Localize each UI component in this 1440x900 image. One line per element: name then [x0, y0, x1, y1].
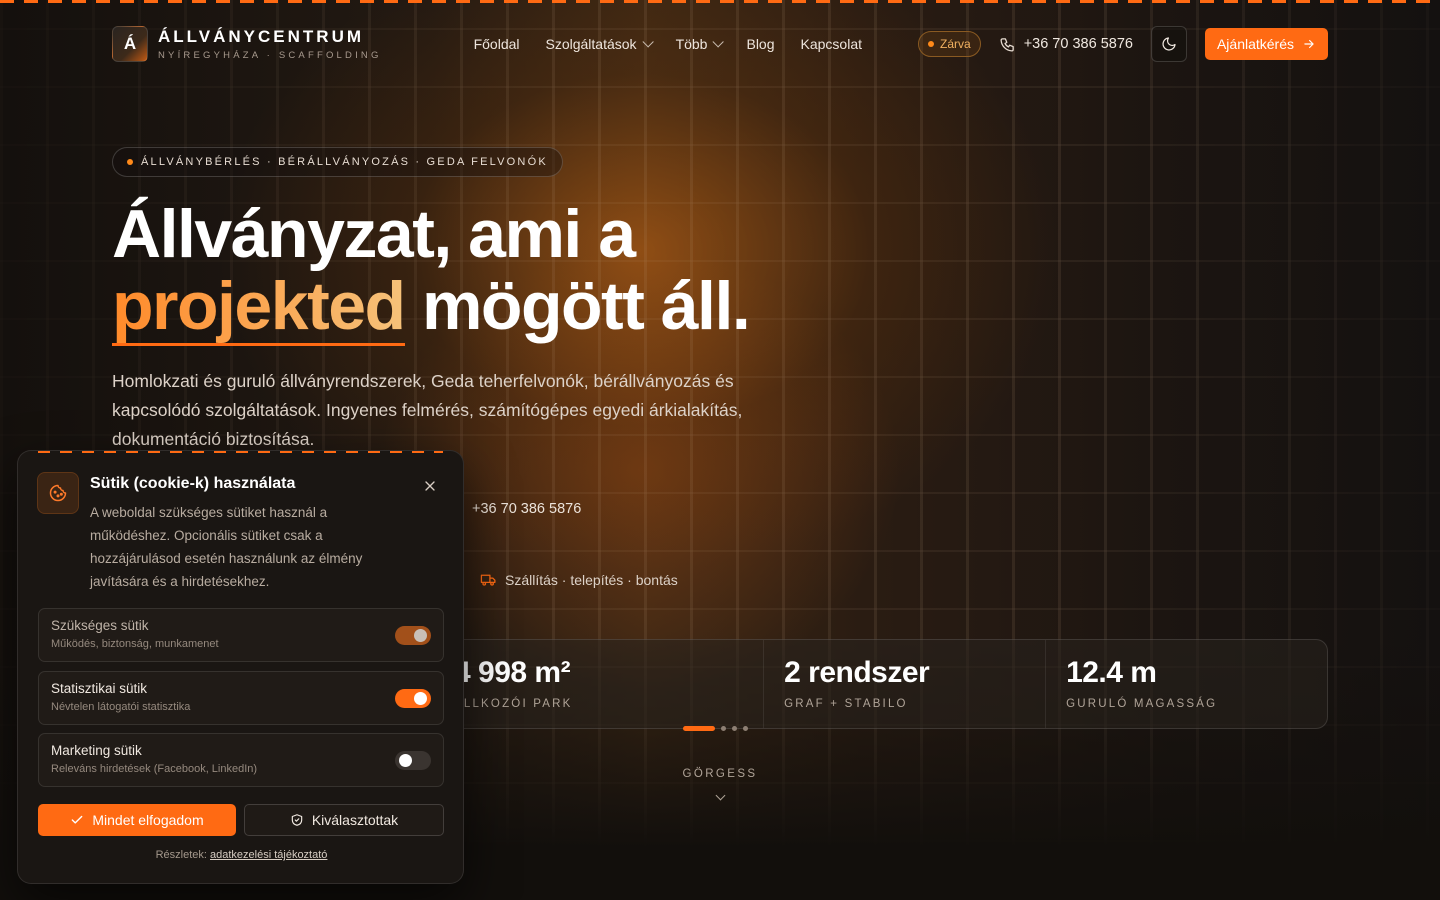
pager-dot[interactable]	[743, 726, 748, 731]
status-badge: Zárva	[918, 31, 981, 57]
logo-mark: Á	[112, 26, 148, 62]
shield-icon	[291, 814, 303, 826]
accept-all-button[interactable]: Mindet elfogadom	[38, 804, 236, 836]
quote-request-button[interactable]: Ajánlatkérés	[1204, 28, 1328, 60]
chevron-down-icon	[642, 36, 654, 48]
phone-icon	[1000, 37, 1014, 52]
nav-more[interactable]: Több	[676, 36, 725, 52]
nav-blog[interactable]: Blog	[746, 36, 774, 52]
status-dot-icon	[928, 41, 934, 47]
cookie-consent-panel: Sütik (cookie-k) használata A weboldal s…	[17, 450, 464, 884]
hazard-stripe	[38, 451, 443, 453]
hero-phone-link[interactable]: +36 70 386 5876	[472, 501, 581, 517]
logo-name: ÁLLVÁNYCENTRUM	[158, 27, 365, 46]
hero-lead: Homlokzati és guruló állványrendszerek, …	[112, 371, 743, 449]
stat-item: 2 rendszer GRAF + STABILO	[764, 640, 1047, 728]
headline-highlight: projekted	[112, 268, 406, 344]
theme-toggle-button[interactable]	[1150, 26, 1187, 62]
statistics-toggle[interactable]	[395, 689, 431, 708]
pref-statistics: Statisztikai sütik Névtelen látogatói st…	[38, 671, 444, 725]
stat-item: 12.4 m GURULÓ MAGASSÁG	[1066, 656, 1218, 710]
main-nav: Főoldal Szolgáltatások Több Blog Kapcsol…	[474, 36, 862, 52]
hazard-stripe	[0, 0, 1440, 3]
cookie-footer: Részletek: adatkezelési tájékoztató	[155, 849, 328, 861]
marketing-toggle[interactable]	[395, 751, 431, 770]
privacy-policy-link[interactable]: adatkezelési tájékoztató	[210, 849, 327, 861]
cookie-description: A weboldal szükséges sütiket használ a m…	[90, 505, 363, 589]
arrow-right-icon	[1304, 39, 1314, 49]
cookie-title: Sütik (cookie-k) használata	[90, 475, 296, 492]
logo-subtitle: NYÍREGYHÁZA · SCAFFOLDING	[158, 50, 382, 61]
headline-underline	[112, 343, 405, 346]
close-icon	[425, 481, 435, 491]
cookie-icon	[37, 472, 79, 514]
accept-selected-button[interactable]: Kiválasztottak	[244, 804, 444, 836]
pager-dot[interactable]	[721, 726, 726, 731]
nav-home[interactable]: Főoldal	[474, 36, 520, 52]
nav-services[interactable]: Szolgáltatások	[546, 36, 654, 52]
carousel-pager	[683, 726, 748, 731]
pager-dot-active[interactable]	[683, 726, 715, 731]
moon-icon	[1162, 37, 1176, 51]
pref-necessary: Szükséges sütik Működés, biztonság, munk…	[38, 608, 444, 662]
check-icon	[71, 815, 83, 824]
header-phone-link[interactable]: +36 70 386 5876	[999, 36, 1133, 53]
hero-feature: Szállítás · telepítés · bontás	[480, 571, 678, 588]
nav-contact[interactable]: Kapcsolat	[801, 36, 862, 52]
chevron-down-icon	[715, 790, 725, 801]
truck-icon	[480, 574, 496, 586]
chevron-down-icon	[712, 36, 725, 48]
pref-marketing: Marketing sütik Releváns hirdetések (Fac…	[38, 733, 444, 787]
site-header: Á ÁLLVÁNYCENTRUM NYÍREGYHÁZA · SCAFFOLDI…	[112, 24, 1328, 64]
close-button[interactable]	[421, 478, 439, 496]
logo[interactable]: Á ÁLLVÁNYCENTRUM NYÍREGYHÁZA · SCAFFOLDI…	[112, 26, 382, 62]
eyebrow-dot-icon	[127, 159, 133, 165]
pager-dot[interactable]	[732, 726, 737, 731]
hero-headline: Állványzat, ami a projekted mögött áll.	[112, 196, 751, 346]
hero-eyebrow: ÁLLVÁNYBÉRLÉS · BÉRÁLLVÁNYOZÁS · GEDA FE…	[112, 147, 563, 177]
necessary-toggle	[395, 626, 431, 645]
